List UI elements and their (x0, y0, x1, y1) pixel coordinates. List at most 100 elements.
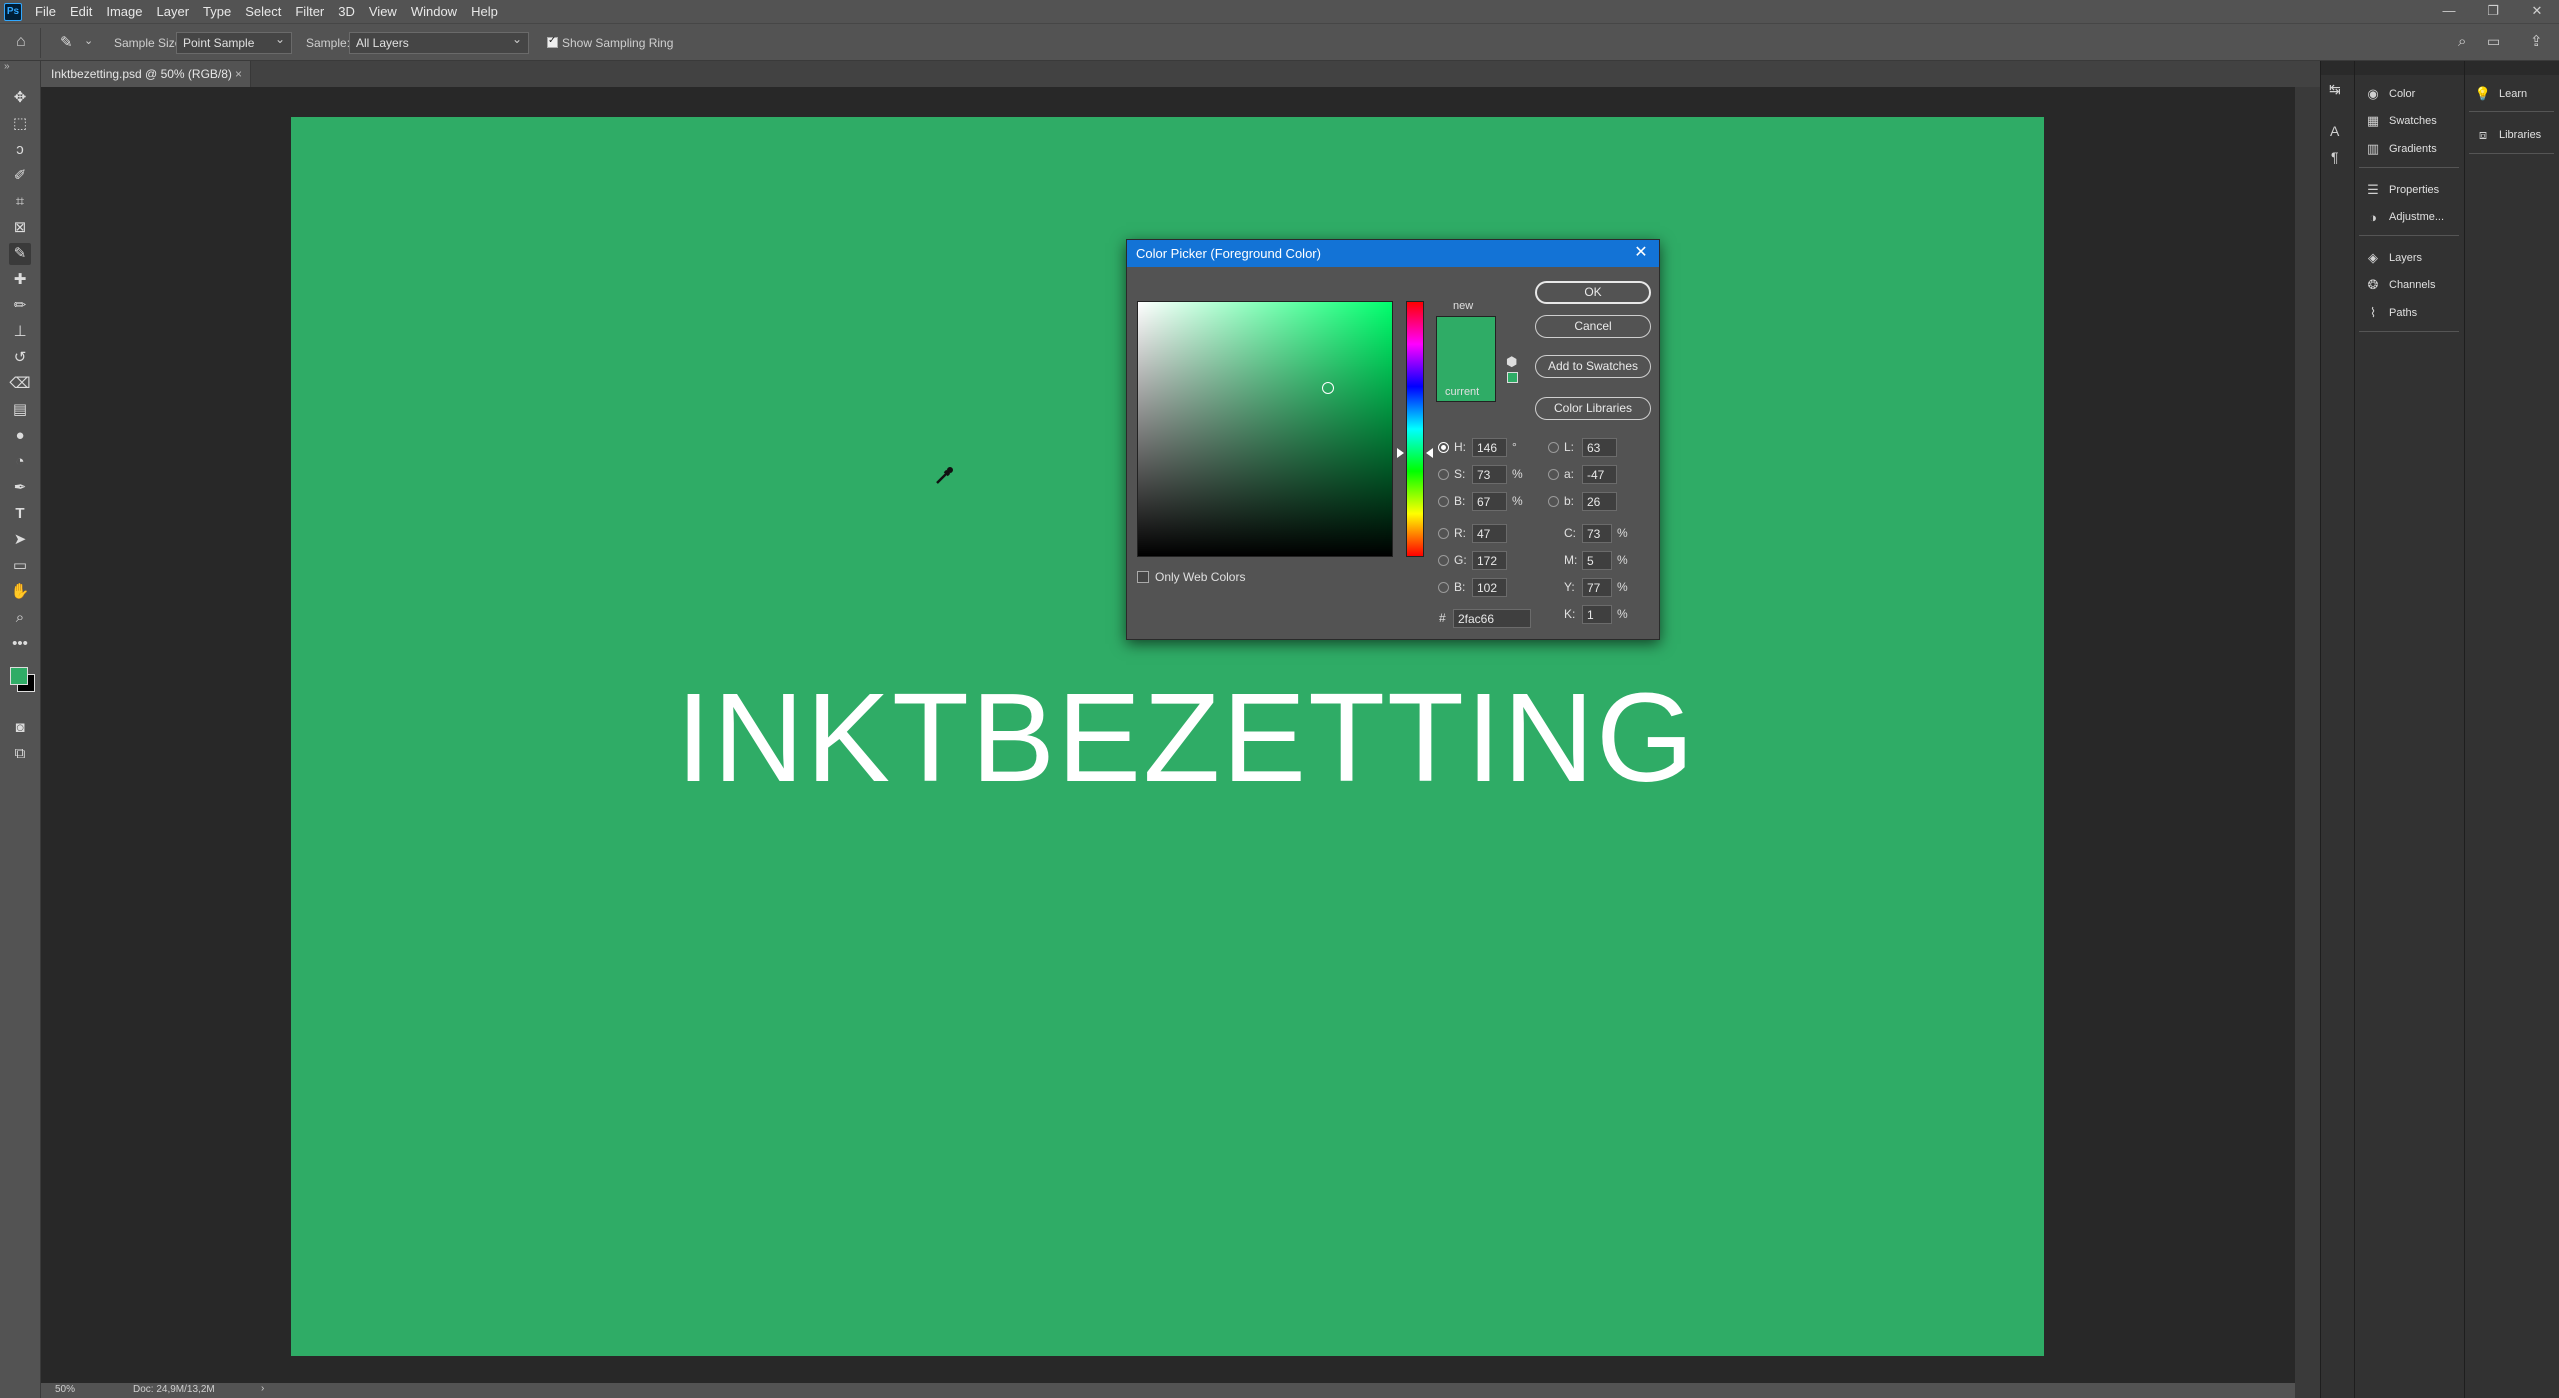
zoom-tool-icon[interactable]: ⌕ (9, 607, 31, 629)
close-icon[interactable]: ✕ (1631, 242, 1651, 264)
panel-paths[interactable]: ⌇ Paths (2363, 301, 2417, 325)
sample-select[interactable]: All Layers (349, 32, 529, 54)
history-panel-icon[interactable]: ↹ (2329, 81, 2341, 98)
canvas-text-layer[interactable]: INKTBEZETTING (676, 665, 1696, 810)
close-tab-icon[interactable]: × (235, 61, 242, 87)
saturation-brightness-field[interactable] (1137, 301, 1393, 557)
web-safe-color-swatch[interactable] (1507, 372, 1518, 383)
show-sampling-ring-checkbox[interactable] (547, 35, 558, 48)
clone-stamp-tool-icon[interactable]: ⊥ (9, 321, 31, 343)
share-icon[interactable]: ⇪ (2530, 32, 2543, 50)
blur-tool-icon[interactable]: ● (9, 425, 31, 447)
ok-button[interactable]: OK (1535, 281, 1651, 304)
marquee-tool-icon[interactable]: ⬚ (9, 113, 31, 135)
hand-tool-icon[interactable]: ✋ (9, 581, 31, 603)
eyedropper-tool-icon[interactable]: ✎ (9, 243, 31, 265)
lab-a-radio[interactable] (1548, 468, 1559, 480)
panel-layers[interactable]: ◈ Layers (2363, 246, 2422, 270)
color-selection-marker[interactable] (1322, 382, 1334, 394)
panel-adjustments[interactable]: ◑ Adjustme... (2363, 205, 2444, 229)
screen-mode-icon[interactable]: ⧉ (9, 743, 31, 765)
saturation-input[interactable]: 73 (1472, 464, 1507, 484)
paragraph-panel-icon[interactable]: ¶ (2331, 149, 2339, 165)
add-to-swatches-button[interactable]: Add to Swatches (1535, 355, 1651, 378)
brightness-radio[interactable] (1438, 495, 1449, 507)
chevron-down-icon[interactable]: ⌄ (84, 34, 93, 47)
more-tools-icon[interactable]: ••• (9, 633, 31, 655)
web-safe-cube-icon[interactable]: ⬢ (1506, 354, 1517, 370)
blue-input[interactable]: 102 (1472, 577, 1507, 597)
menu-view[interactable]: View (362, 0, 404, 23)
zoom-level[interactable]: 50% (55, 1384, 75, 1395)
rectangle-tool-icon[interactable]: ▭ (9, 555, 31, 577)
type-tool-icon[interactable]: T (9, 503, 31, 525)
cancel-button[interactable]: Cancel (1535, 315, 1651, 338)
lab-l-radio[interactable] (1548, 441, 1559, 453)
dialog-title-bar[interactable]: Color Picker (Foreground Color) ✕ (1127, 240, 1659, 267)
yellow-input[interactable]: 77 (1582, 577, 1612, 597)
menu-layer[interactable]: Layer (150, 0, 197, 23)
menu-file[interactable]: File (28, 0, 63, 23)
pen-tool-icon[interactable]: ✒ (9, 477, 31, 499)
expand-toolbar-icon[interactable]: » (4, 61, 10, 72)
quick-selection-tool-icon[interactable]: ✐ (9, 165, 31, 187)
lab-a-input[interactable]: -47 (1582, 464, 1617, 484)
eraser-tool-icon[interactable]: ⌫ (9, 373, 31, 395)
gradient-tool-icon[interactable]: ▤ (9, 399, 31, 421)
character-panel-icon[interactable]: A (2330, 123, 2339, 139)
red-input[interactable]: 47 (1472, 523, 1507, 543)
crop-tool-icon[interactable]: ⌗ (9, 191, 31, 213)
hex-input[interactable]: 2fac66 (1453, 608, 1531, 628)
hue-input[interactable]: 146 (1472, 437, 1507, 457)
document-tab[interactable]: Inktbezetting.psd @ 50% (RGB/8) × (41, 61, 251, 87)
panel-learn[interactable]: 💡 Learn (2473, 82, 2527, 106)
lasso-tool-icon[interactable]: ↄ (9, 139, 31, 161)
move-tool-icon[interactable]: ✥ (9, 87, 31, 109)
hue-radio[interactable] (1438, 441, 1449, 453)
minimize-icon[interactable]: — (2427, 0, 2471, 23)
red-radio[interactable] (1438, 527, 1449, 539)
panel-color[interactable]: ◉ Color (2363, 82, 2415, 106)
panel-libraries[interactable]: ⧈ Libraries (2473, 123, 2541, 147)
foreground-color-swatch[interactable] (10, 667, 28, 685)
brightness-input[interactable]: 67 (1472, 491, 1507, 511)
panel-channels[interactable]: ❂ Channels (2363, 273, 2436, 297)
hue-slider-handle-left[interactable] (1397, 448, 1404, 458)
blue-radio[interactable] (1438, 581, 1449, 593)
color-libraries-button[interactable]: Color Libraries (1535, 397, 1651, 420)
panel-gradients[interactable]: ▥ Gradients (2363, 137, 2437, 161)
menu-filter[interactable]: Filter (288, 0, 331, 23)
history-brush-tool-icon[interactable]: ↺ (9, 347, 31, 369)
dodge-tool-icon[interactable]: ◔ (9, 451, 31, 473)
hue-slider[interactable] (1406, 301, 1424, 557)
home-icon[interactable]: ⌂ (16, 33, 26, 51)
black-input[interactable]: 1 (1582, 604, 1612, 624)
status-menu-arrow[interactable]: › (261, 1383, 264, 1394)
frame-tool-icon[interactable]: ⊠ (9, 217, 31, 239)
lab-b-radio[interactable] (1548, 495, 1559, 507)
quick-mask-icon[interactable]: ◙ (9, 717, 31, 739)
lab-l-input[interactable]: 63 (1582, 437, 1617, 457)
green-radio[interactable] (1438, 554, 1449, 566)
saturation-radio[interactable] (1438, 468, 1449, 480)
close-icon[interactable]: ✕ (2515, 0, 2559, 23)
menu-3d[interactable]: 3D (331, 0, 362, 23)
magenta-input[interactable]: 5 (1582, 550, 1612, 570)
green-input[interactable]: 172 (1472, 550, 1507, 570)
menu-select[interactable]: Select (238, 0, 288, 23)
brush-tool-icon[interactable]: ✏ (9, 295, 31, 317)
hue-slider-handle-right[interactable] (1426, 448, 1433, 458)
sample-size-select[interactable]: Point Sample (176, 32, 292, 54)
path-selection-tool-icon[interactable]: ➤ (9, 529, 31, 551)
photoshop-logo-icon[interactable]: Ps (4, 2, 22, 21)
healing-brush-tool-icon[interactable]: ✚ (9, 269, 31, 291)
menu-image[interactable]: Image (99, 0, 149, 23)
menu-help[interactable]: Help (464, 0, 505, 23)
panel-properties[interactable]: ☰ Properties (2363, 178, 2439, 202)
only-web-colors-checkbox[interactable] (1137, 571, 1149, 583)
menu-window[interactable]: Window (404, 0, 464, 23)
restore-icon[interactable]: ❐ (2471, 0, 2515, 23)
vertical-scrollbar[interactable] (2295, 87, 2320, 1398)
menu-edit[interactable]: Edit (63, 0, 99, 23)
lab-b-input[interactable]: 26 (1582, 491, 1617, 511)
